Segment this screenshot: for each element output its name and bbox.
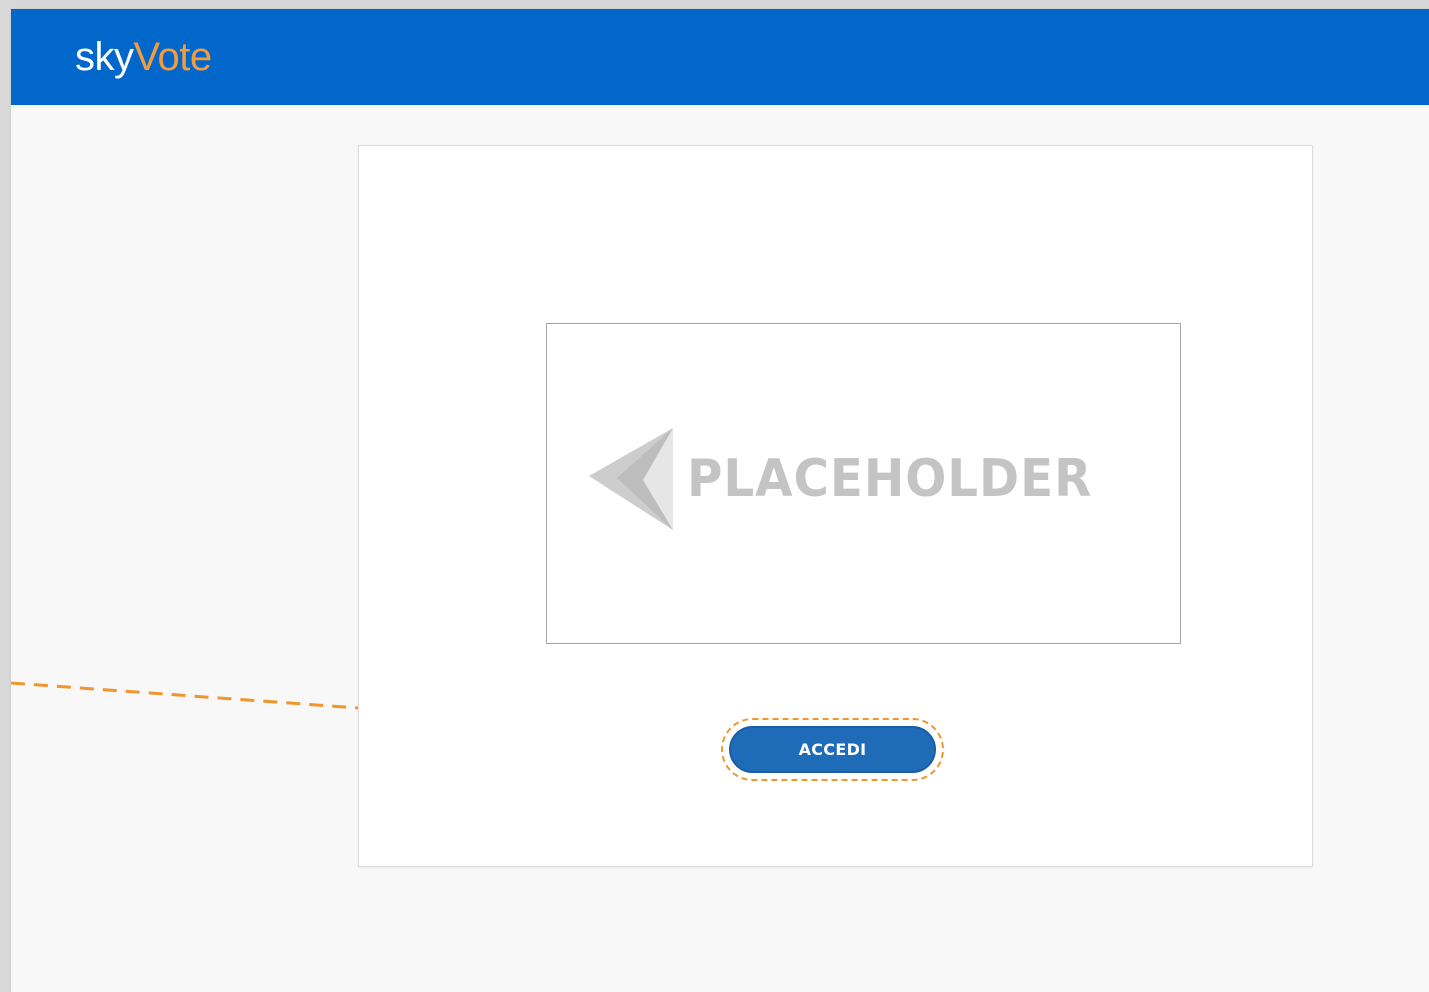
- logo-sky-text: sky: [75, 35, 134, 79]
- placeholder-logo-icon: [589, 428, 673, 530]
- top-header-bar: sky Vote: [11, 9, 1429, 105]
- annotation-highlight-ring: ACCEDI: [721, 718, 944, 781]
- placeholder-text: PLACEHOLDER: [687, 449, 1093, 509]
- page: sky Vote PLACEHOLDER ACCEDI: [11, 9, 1429, 992]
- accedi-button[interactable]: ACCEDI: [729, 726, 936, 773]
- logo-vote-text: Vote: [133, 35, 213, 79]
- login-card: PLACEHOLDER ACCEDI: [358, 145, 1313, 867]
- image-placeholder: PLACEHOLDER: [546, 323, 1181, 644]
- skyvote-logo[interactable]: sky Vote: [75, 28, 212, 86]
